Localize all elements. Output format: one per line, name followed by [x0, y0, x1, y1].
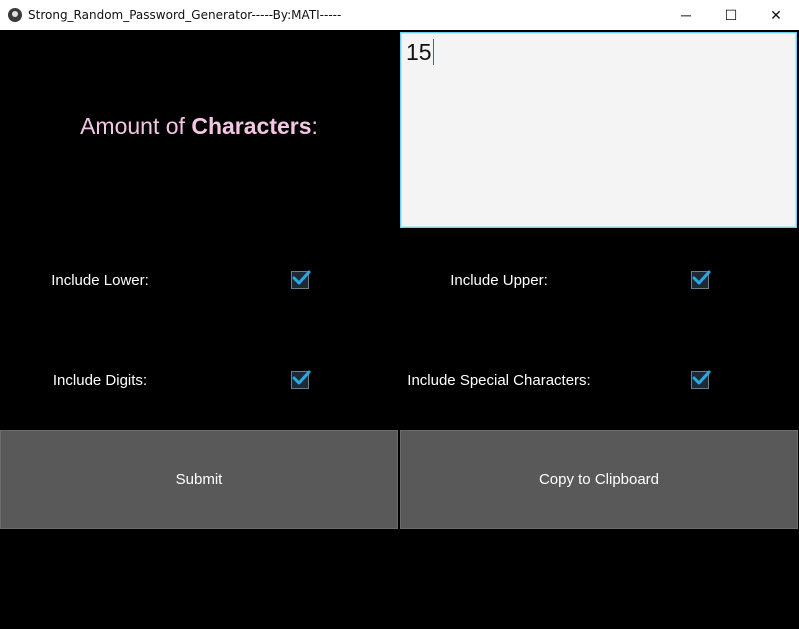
- amount-label-prefix: Amount of: [80, 113, 192, 139]
- checkmark-icon: [292, 270, 311, 285]
- close-icon: ✕: [770, 6, 782, 23]
- character-count-value: 15: [406, 39, 434, 65]
- title-bar: Strong_Random_Password_Generator-----By:…: [0, 0, 799, 30]
- amount-label-bold: Characters: [191, 113, 312, 139]
- submit-button-label: Submit: [175, 471, 223, 488]
- maximize-icon: ☐: [724, 6, 738, 23]
- app-client-area: Amount of Characters: 15 Include Lower: …: [0, 30, 799, 629]
- maximize-button[interactable]: ☐: [708, 0, 754, 30]
- include-special-characters-checkbox[interactable]: [691, 370, 711, 389]
- amount-label-suffix: :: [311, 113, 318, 139]
- minimize-button[interactable]: ─: [663, 0, 709, 30]
- character-count-input[interactable]: 15: [400, 32, 797, 228]
- app-icon: [8, 8, 22, 22]
- copy-button-label: Copy to Clipboard: [538, 471, 660, 488]
- copy-to-clipboard-button[interactable]: Copy to Clipboard: [400, 430, 798, 529]
- include-digits-checkbox[interactable]: [291, 370, 311, 389]
- checkmark-icon: [692, 270, 711, 285]
- include-digits-label: Include Digits:: [52, 372, 148, 389]
- include-lower-checkbox[interactable]: [291, 270, 311, 289]
- amount-of-characters-label: Amount of Characters:: [0, 113, 398, 140]
- window-title: Strong_Random_Password_Generator-----By:…: [28, 8, 342, 22]
- checkmark-icon: [692, 370, 711, 385]
- include-special-characters-label: Include Special Characters:: [407, 372, 591, 389]
- close-button[interactable]: ✕: [753, 0, 799, 30]
- include-upper-label: Include Upper:: [450, 272, 548, 289]
- text-caret: [432, 39, 434, 65]
- submit-button[interactable]: Submit: [0, 430, 398, 529]
- include-lower-label: Include Lower:: [51, 272, 149, 289]
- checkmark-icon: [292, 370, 311, 385]
- minimize-icon: ─: [681, 7, 691, 23]
- include-upper-checkbox[interactable]: [691, 270, 711, 289]
